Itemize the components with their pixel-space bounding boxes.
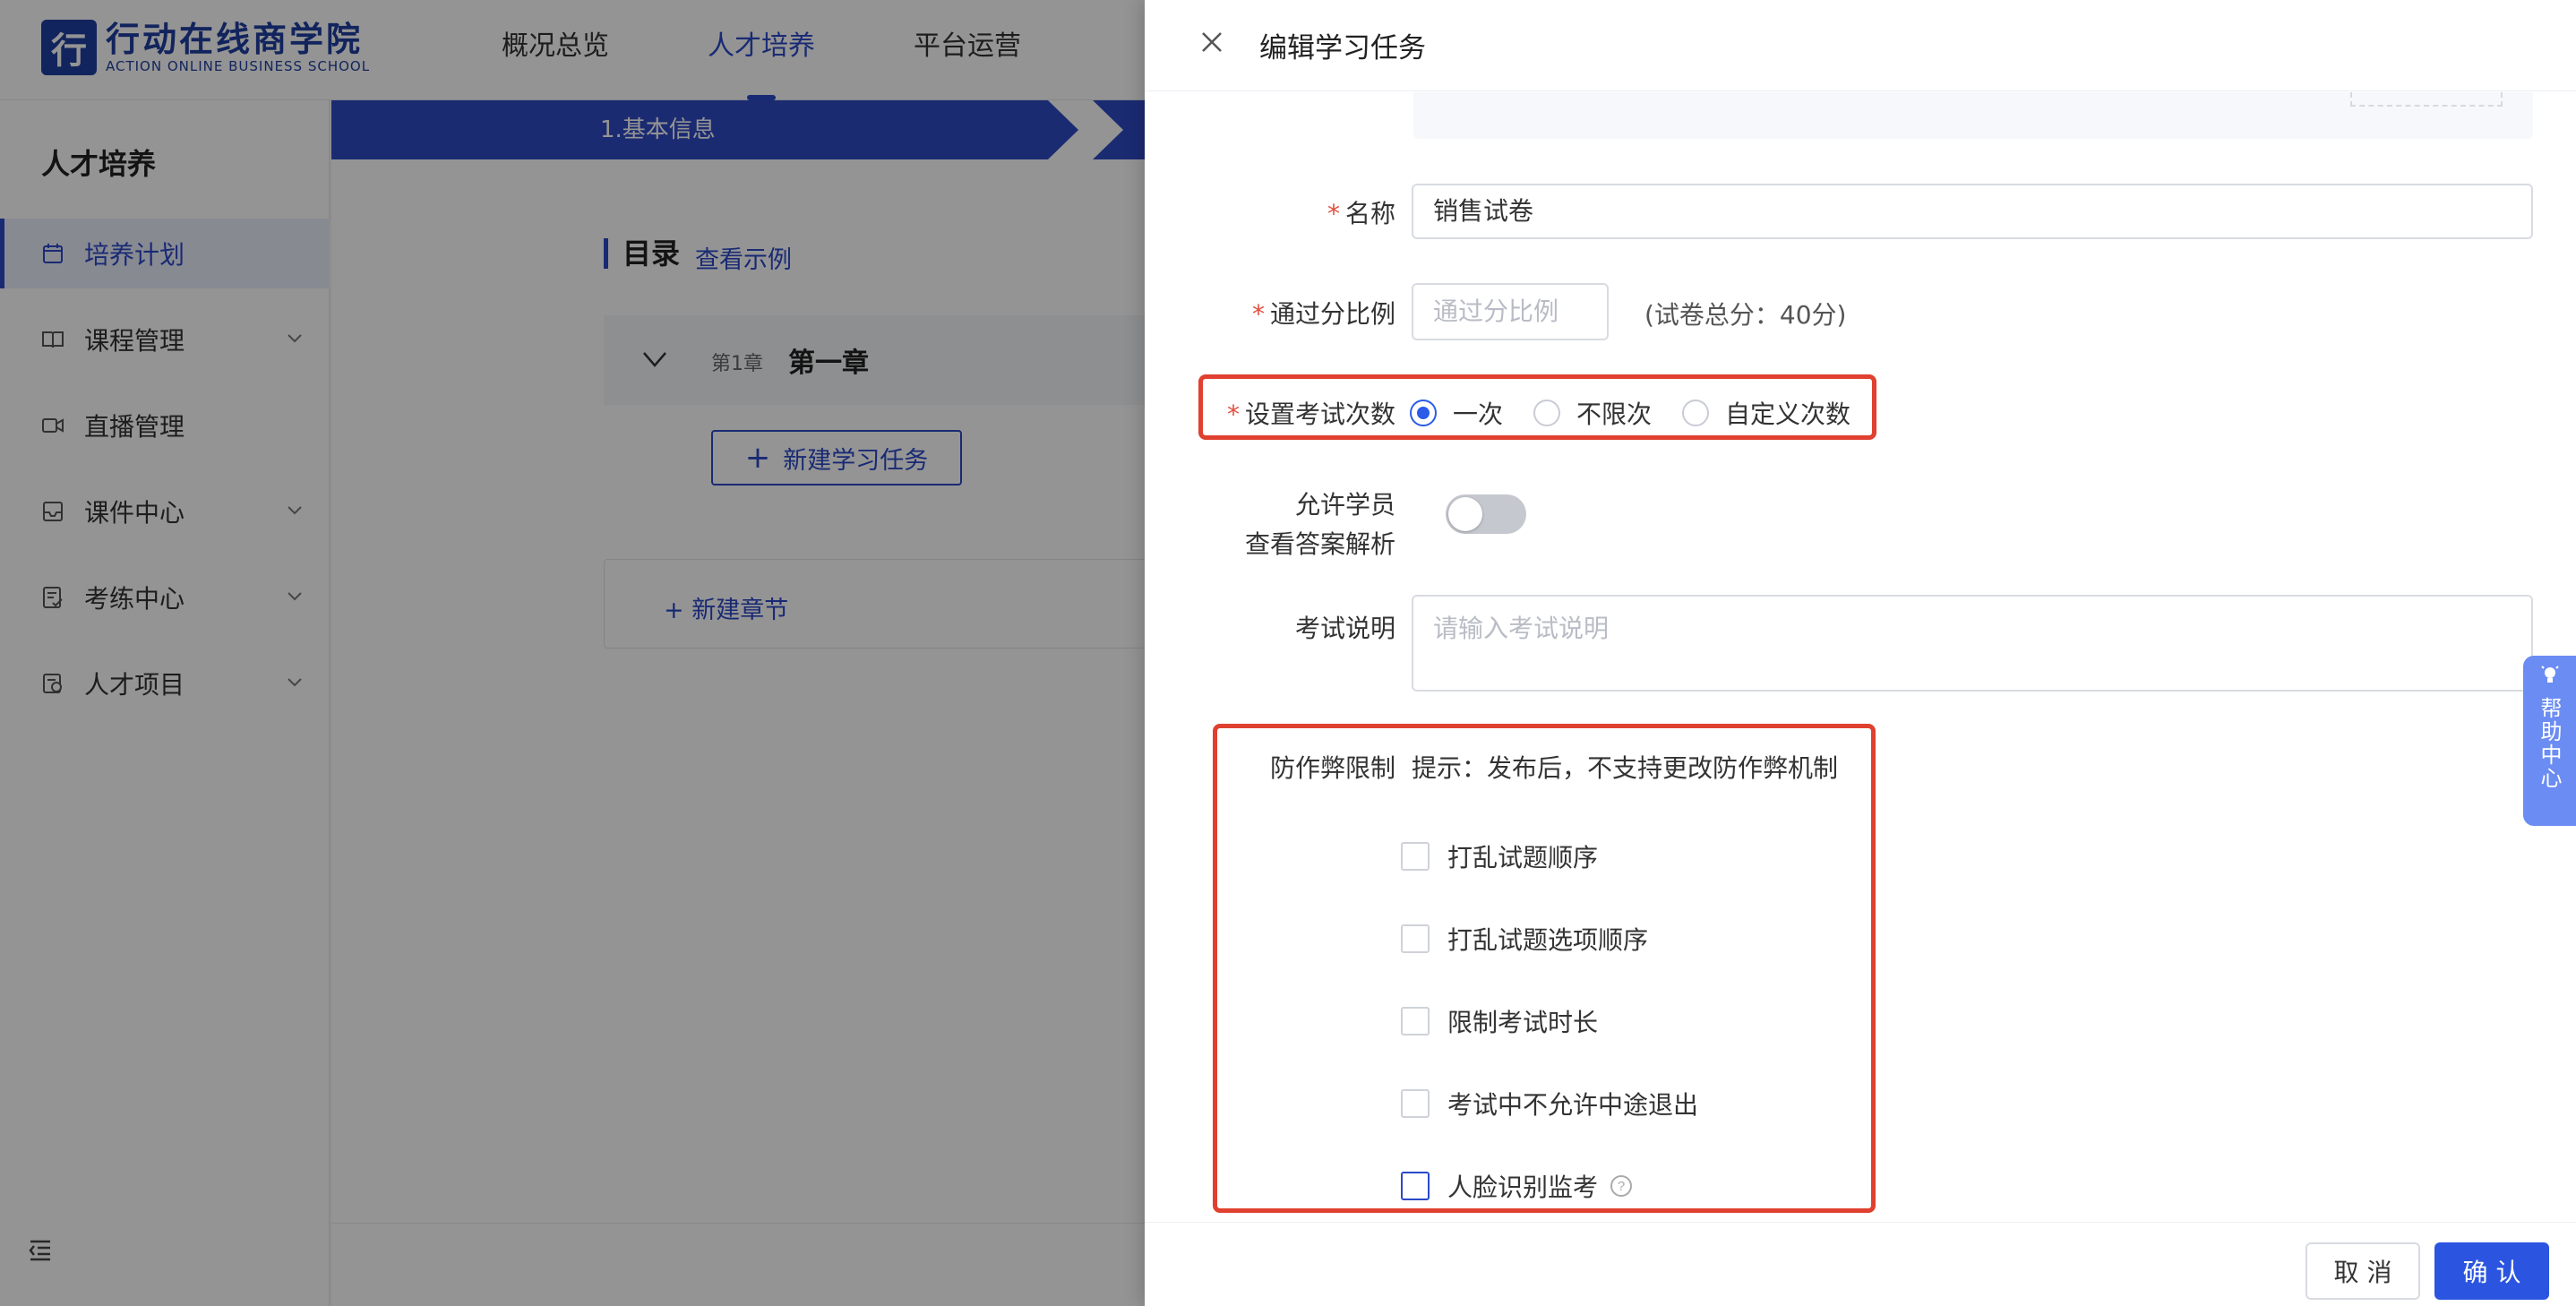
checkbox-icon bbox=[1401, 1089, 1430, 1118]
modal-mask[interactable] bbox=[0, 0, 1145, 1306]
drawer-footer: 取 消 确 认 bbox=[1145, 1222, 2576, 1306]
option-shuffle-choices[interactable]: 打乱试题选项顺序 bbox=[1401, 921, 1648, 957]
option-no-exit[interactable]: 考试中不允许中途退出 bbox=[1401, 1086, 1698, 1121]
exam-desc-label: 考试说明 bbox=[1294, 614, 1395, 643]
exam-desc-textarea[interactable]: 请输入考试说明 bbox=[1412, 595, 2533, 692]
attempts-label: * 设置考试次数 bbox=[1226, 400, 1395, 429]
allow-answers-label: 允许学员 查看答案解析 bbox=[1244, 490, 1395, 559]
upload-area bbox=[1413, 92, 2533, 139]
help-center-label: 帮助中心 bbox=[2537, 697, 2562, 790]
drawer-title: 编辑学习任务 bbox=[1259, 32, 1426, 64]
allow-answers-toggle[interactable] bbox=[1446, 494, 1526, 534]
radio-unchecked-icon bbox=[1682, 400, 1710, 426]
checkbox-icon bbox=[1401, 1172, 1430, 1200]
highlight-anticheat bbox=[1213, 724, 1876, 1213]
question-mark-icon[interactable]: ? bbox=[1609, 1173, 1634, 1199]
confirm-button[interactable]: 确 认 bbox=[2434, 1242, 2549, 1300]
edit-task-drawer: 编辑学习任务 * 名称 销售试卷 * 通过分比例 通过分比例 (试卷总分：40分) … bbox=[1145, 0, 2576, 1306]
option-limit-duration[interactable]: 限制考试时长 bbox=[1401, 1003, 1598, 1039]
svg-text:?: ? bbox=[1618, 1179, 1625, 1194]
lightbulb-icon bbox=[2540, 665, 2560, 692]
anticheat-hint: 提示：发布后，不支持更改防作弊机制 bbox=[1412, 753, 1839, 783]
anticheat-label: 防作弊限制 bbox=[1269, 753, 1395, 783]
name-input[interactable]: 销售试卷 bbox=[1412, 184, 2533, 239]
pass-ratio-input[interactable]: 通过分比例 bbox=[1412, 283, 1609, 340]
help-center-tab[interactable]: 帮助中心 bbox=[2523, 656, 2576, 826]
cancel-button[interactable]: 取 消 bbox=[2306, 1242, 2420, 1300]
checkbox-icon bbox=[1401, 924, 1430, 953]
radio-custom[interactable]: 自定义次数 bbox=[1682, 395, 1850, 431]
radio-once[interactable]: 一次 bbox=[1410, 395, 1503, 431]
option-face-recognition[interactable]: 人脸识别监考 ? bbox=[1401, 1168, 1634, 1204]
upload-box-edge[interactable] bbox=[2350, 92, 2503, 107]
checkbox-icon bbox=[1401, 842, 1430, 871]
checkbox-icon bbox=[1401, 1007, 1430, 1035]
radio-unlimited[interactable]: 不限次 bbox=[1533, 395, 1652, 431]
total-score-hint: (试卷总分：40分) bbox=[1644, 300, 1847, 330]
close-icon[interactable] bbox=[1198, 29, 1225, 56]
toggle-knob bbox=[1448, 497, 1482, 531]
option-shuffle-questions[interactable]: 打乱试题顺序 bbox=[1401, 838, 1598, 874]
radio-unchecked-icon bbox=[1533, 400, 1561, 426]
drawer-header: 编辑学习任务 bbox=[1145, 0, 2576, 91]
name-label: * 名称 bbox=[1327, 199, 1395, 228]
radio-checked-icon bbox=[1410, 400, 1437, 426]
pass-ratio-label: * 通过分比例 bbox=[1251, 299, 1395, 329]
attempts-radio-group: 一次 不限次 自定义次数 bbox=[1410, 395, 1881, 431]
